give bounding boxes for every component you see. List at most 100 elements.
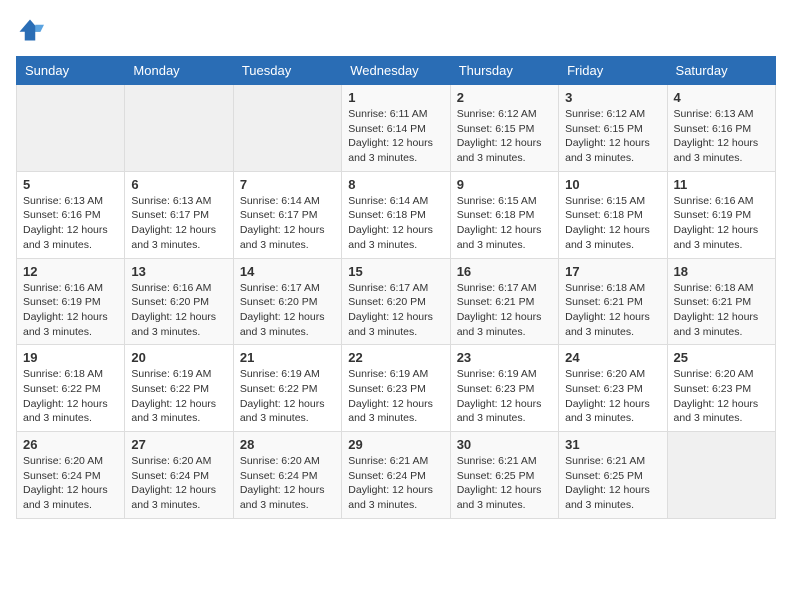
day-number: 25 [674, 350, 769, 365]
calendar-cell: 6 Sunrise: 6:13 AMSunset: 6:17 PMDaylight… [125, 171, 233, 258]
day-info: Sunrise: 6:12 AMSunset: 6:15 PMDaylight:… [457, 107, 552, 166]
weekday-header-cell: Friday [559, 57, 667, 85]
calendar-cell: 22Sunrise: 6:19 AMSunset: 6:23 PMDayligh… [342, 345, 450, 432]
weekday-header-cell: Wednesday [342, 57, 450, 85]
calendar-cell: 23 Sunrise: 6:19 AMSunset: 6:23 PMDayligh… [450, 345, 558, 432]
day-info: Sunrise: 6:13 AMSunset: 6:16 PMDaylight:… [674, 107, 769, 166]
logo [16, 16, 48, 44]
day-number: 16 [457, 264, 552, 279]
calendar-cell: 30Sunrise: 6:21 AMSunset: 6:25 PMDayligh… [450, 432, 558, 519]
calendar-cell: 13 Sunrise: 6:16 AMSunset: 6:20 PMDayligh… [125, 258, 233, 345]
day-info: Sunrise: 6:21 AMSunset: 6:24 PMDaylight:… [348, 454, 443, 513]
day-info: Sunrise: 6:15 AMSunset: 6:18 PMDaylight:… [565, 194, 660, 253]
day-number: 20 [131, 350, 226, 365]
day-number: 27 [131, 437, 226, 452]
calendar-cell: 16 Sunrise: 6:17 AMSunset: 6:21 PMDayligh… [450, 258, 558, 345]
day-number: 24 [565, 350, 660, 365]
day-info: Sunrise: 6:20 AMSunset: 6:24 PMDaylight:… [23, 454, 118, 513]
calendar-cell: 12Sunrise: 6:16 AMSunset: 6:19 PMDayligh… [17, 258, 125, 345]
day-info: Sunrise: 6:16 AMSunset: 6:19 PMDaylight:… [23, 281, 118, 340]
day-info: Sunrise: 6:19 AMSunset: 6:22 PMDaylight:… [131, 367, 226, 426]
day-number: 22 [348, 350, 443, 365]
day-info: Sunrise: 6:16 AMSunset: 6:19 PMDaylight:… [674, 194, 769, 253]
day-info: Sunrise: 6:20 AMSunset: 6:24 PMDaylight:… [131, 454, 226, 513]
day-number: 21 [240, 350, 335, 365]
day-info: Sunrise: 6:13 AMSunset: 6:16 PMDaylight:… [23, 194, 118, 253]
day-number: 29 [348, 437, 443, 452]
calendar-cell: 7 Sunrise: 6:14 AMSunset: 6:17 PMDaylight… [233, 171, 341, 258]
day-info: Sunrise: 6:19 AMSunset: 6:22 PMDaylight:… [240, 367, 335, 426]
day-number: 3 [565, 90, 660, 105]
day-number: 23 [457, 350, 552, 365]
day-number: 8 [348, 177, 443, 192]
calendar-cell [233, 85, 341, 172]
calendar-cell: 8 Sunrise: 6:14 AMSunset: 6:18 PMDaylight… [342, 171, 450, 258]
day-info: Sunrise: 6:16 AMSunset: 6:20 PMDaylight:… [131, 281, 226, 340]
day-info: Sunrise: 6:20 AMSunset: 6:24 PMDaylight:… [240, 454, 335, 513]
day-info: Sunrise: 6:20 AMSunset: 6:23 PMDaylight:… [674, 367, 769, 426]
weekday-header-cell: Sunday [17, 57, 125, 85]
logo-icon [16, 16, 44, 44]
calendar-cell: 25 Sunrise: 6:20 AMSunset: 6:23 PMDayligh… [667, 345, 775, 432]
calendar-cell [667, 432, 775, 519]
calendar-week-row: 26 Sunrise: 6:20 AMSunset: 6:24 PMDayligh… [17, 432, 776, 519]
day-info: Sunrise: 6:17 AMSunset: 6:21 PMDaylight:… [457, 281, 552, 340]
calendar-cell: 4 Sunrise: 6:13 AMSunset: 6:16 PMDaylight… [667, 85, 775, 172]
calendar-cell: 10 Sunrise: 6:15 AMSunset: 6:18 PMDayligh… [559, 171, 667, 258]
day-info: Sunrise: 6:18 AMSunset: 6:21 PMDaylight:… [565, 281, 660, 340]
day-number: 14 [240, 264, 335, 279]
calendar-cell: 27 Sunrise: 6:20 AMSunset: 6:24 PMDayligh… [125, 432, 233, 519]
calendar-cell: 20 Sunrise: 6:19 AMSunset: 6:22 PMDayligh… [125, 345, 233, 432]
calendar-week-row: 1Sunrise: 6:11 AMSunset: 6:14 PMDaylight… [17, 85, 776, 172]
day-info: Sunrise: 6:17 AMSunset: 6:20 PMDaylight:… [348, 281, 443, 340]
day-number: 17 [565, 264, 660, 279]
calendar-cell: 9Sunrise: 6:15 AMSunset: 6:18 PMDaylight… [450, 171, 558, 258]
day-info: Sunrise: 6:12 AMSunset: 6:15 PMDaylight:… [565, 107, 660, 166]
weekday-header-row: SundayMondayTuesdayWednesdayThursdayFrid… [17, 57, 776, 85]
calendar-cell: 14 Sunrise: 6:17 AMSunset: 6:20 PMDayligh… [233, 258, 341, 345]
calendar-cell: 21 Sunrise: 6:19 AMSunset: 6:22 PMDayligh… [233, 345, 341, 432]
day-number: 28 [240, 437, 335, 452]
calendar-table: SundayMondayTuesdayWednesdayThursdayFrid… [16, 56, 776, 519]
day-number: 5 [23, 177, 118, 192]
day-number: 13 [131, 264, 226, 279]
calendar-cell: 17 Sunrise: 6:18 AMSunset: 6:21 PMDayligh… [559, 258, 667, 345]
weekday-header-cell: Monday [125, 57, 233, 85]
day-number: 4 [674, 90, 769, 105]
calendar-cell: 5 Sunrise: 6:13 AMSunset: 6:16 PMDaylight… [17, 171, 125, 258]
calendar-week-row: 5 Sunrise: 6:13 AMSunset: 6:16 PMDaylight… [17, 171, 776, 258]
calendar-cell [17, 85, 125, 172]
day-number: 19 [23, 350, 118, 365]
calendar-cell: 19Sunrise: 6:18 AMSunset: 6:22 PMDayligh… [17, 345, 125, 432]
calendar-cell: 31 Sunrise: 6:21 AMSunset: 6:25 PMDayligh… [559, 432, 667, 519]
day-number: 10 [565, 177, 660, 192]
day-number: 31 [565, 437, 660, 452]
calendar-cell: 1Sunrise: 6:11 AMSunset: 6:14 PMDaylight… [342, 85, 450, 172]
day-info: Sunrise: 6:21 AMSunset: 6:25 PMDaylight:… [457, 454, 552, 513]
day-info: Sunrise: 6:17 AMSunset: 6:20 PMDaylight:… [240, 281, 335, 340]
calendar-week-row: 19Sunrise: 6:18 AMSunset: 6:22 PMDayligh… [17, 345, 776, 432]
page-header [16, 16, 776, 44]
calendar-cell: 11 Sunrise: 6:16 AMSunset: 6:19 PMDayligh… [667, 171, 775, 258]
calendar-cell [125, 85, 233, 172]
calendar-cell: 3 Sunrise: 6:12 AMSunset: 6:15 PMDaylight… [559, 85, 667, 172]
day-number: 26 [23, 437, 118, 452]
calendar-cell: 28 Sunrise: 6:20 AMSunset: 6:24 PMDayligh… [233, 432, 341, 519]
calendar-week-row: 12Sunrise: 6:16 AMSunset: 6:19 PMDayligh… [17, 258, 776, 345]
day-number: 6 [131, 177, 226, 192]
day-info: Sunrise: 6:14 AMSunset: 6:17 PMDaylight:… [240, 194, 335, 253]
day-info: Sunrise: 6:13 AMSunset: 6:17 PMDaylight:… [131, 194, 226, 253]
day-info: Sunrise: 6:21 AMSunset: 6:25 PMDaylight:… [565, 454, 660, 513]
day-number: 7 [240, 177, 335, 192]
day-info: Sunrise: 6:14 AMSunset: 6:18 PMDaylight:… [348, 194, 443, 253]
day-info: Sunrise: 6:19 AMSunset: 6:23 PMDaylight:… [457, 367, 552, 426]
day-info: Sunrise: 6:11 AMSunset: 6:14 PMDaylight:… [348, 107, 443, 166]
day-number: 15 [348, 264, 443, 279]
day-number: 11 [674, 177, 769, 192]
calendar-cell: 29 Sunrise: 6:21 AMSunset: 6:24 PMDayligh… [342, 432, 450, 519]
calendar-cell: 15 Sunrise: 6:17 AMSunset: 6:20 PMDayligh… [342, 258, 450, 345]
calendar-cell: 26 Sunrise: 6:20 AMSunset: 6:24 PMDayligh… [17, 432, 125, 519]
weekday-header-cell: Saturday [667, 57, 775, 85]
day-number: 2 [457, 90, 552, 105]
day-number: 18 [674, 264, 769, 279]
